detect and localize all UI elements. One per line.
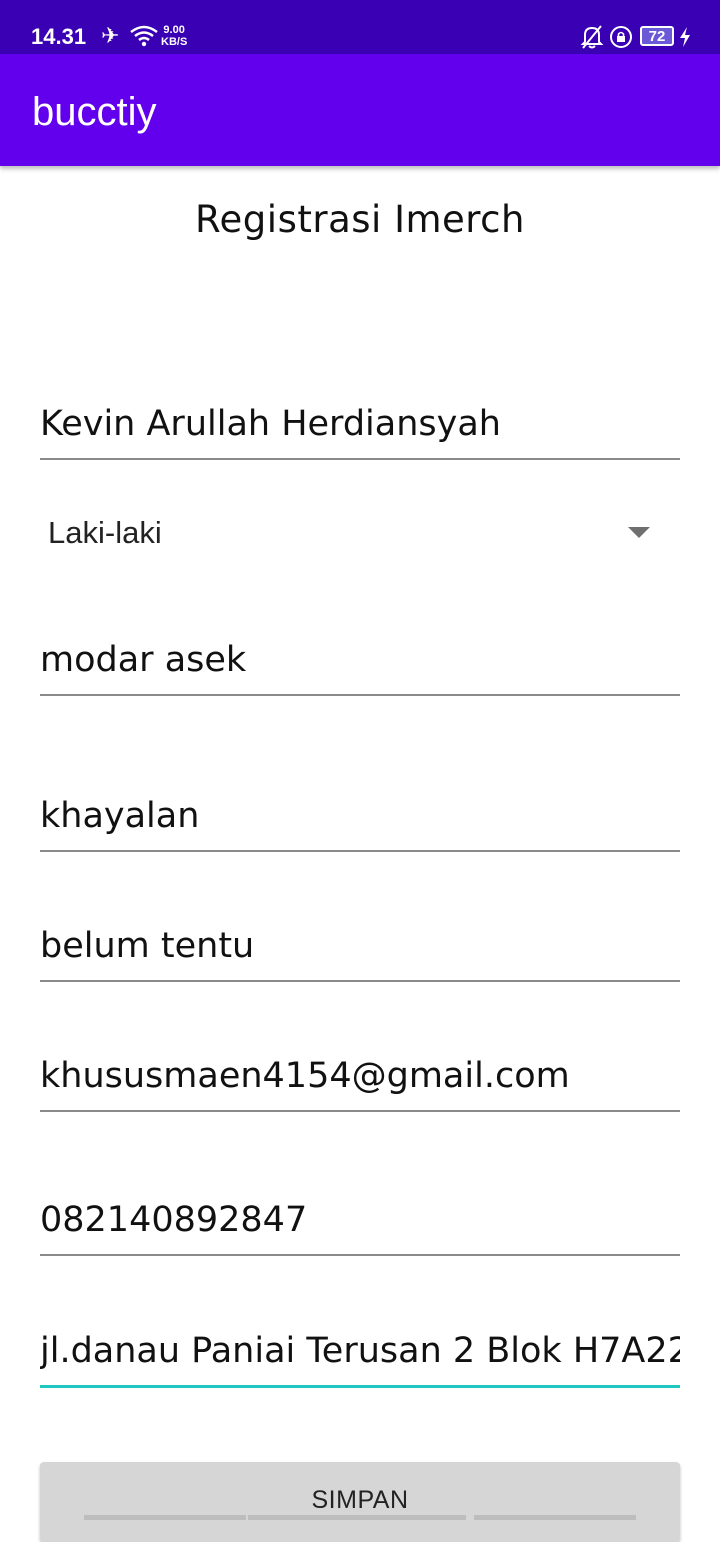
name-field[interactable]: Kevin Arullah Herdiansyah — [40, 360, 680, 460]
address-field[interactable]: jl.danau Paniai Terusan 2 Blok H7A22 — [40, 1310, 680, 1388]
phone-field[interactable]: 082140892847 — [40, 1176, 680, 1256]
name-value: Kevin Arullah Herdiansyah — [40, 404, 501, 444]
battery-indicator: 72 — [640, 26, 674, 46]
text-field-4-value: khayalan — [40, 796, 200, 836]
text-field-3[interactable]: modar asek — [40, 596, 680, 696]
email-field[interactable]: khususmaen4154@gmail.com — [40, 1040, 680, 1112]
network-speed-value: 9.00 — [163, 24, 185, 36]
network-speed: 9.00 KB/S — [161, 24, 187, 48]
phone-value: 082140892847 — [40, 1200, 308, 1240]
lock-rotate-icon — [610, 26, 632, 48]
text-field-5-value: belum tentu — [40, 926, 255, 966]
mute-icon — [580, 25, 604, 49]
text-field-3-value: modar asek — [40, 640, 247, 680]
network-speed-unit: KB/S — [161, 36, 188, 48]
keyboard-key-edge — [248, 1515, 466, 1520]
gender-value: Laki-laki — [48, 515, 162, 550]
wifi-icon — [130, 25, 158, 47]
address-text: jl.danau Paniai Terusan 2 Blok H7A22 — [40, 1326, 680, 1371]
status-bar: 14.31 ✈ 9.00 KB/S 72 — [0, 0, 720, 54]
airplane-icon: ✈ — [101, 23, 120, 48]
address-value: jl.danau Paniai Terusan 2 Blok H7A22 — [40, 1331, 680, 1371]
app-bar: bucctiy — [0, 54, 720, 166]
charging-icon — [680, 27, 690, 47]
gender-dropdown[interactable]: Laki-laki — [40, 505, 680, 561]
dropdown-arrow-icon — [628, 527, 650, 538]
app-title: bucctiy — [32, 90, 157, 134]
save-button[interactable]: SIMPAN — [40, 1462, 680, 1542]
status-time: 14.31 — [31, 24, 87, 49]
keyboard-key-edge — [84, 1515, 246, 1520]
form-title: Registrasi Imerch — [195, 198, 525, 241]
keyboard-key-edge — [474, 1515, 636, 1520]
text-field-5[interactable]: belum tentu — [40, 910, 680, 982]
text-field-4[interactable]: khayalan — [40, 752, 680, 852]
email-value: khususmaen4154@gmail.com — [40, 1056, 570, 1096]
